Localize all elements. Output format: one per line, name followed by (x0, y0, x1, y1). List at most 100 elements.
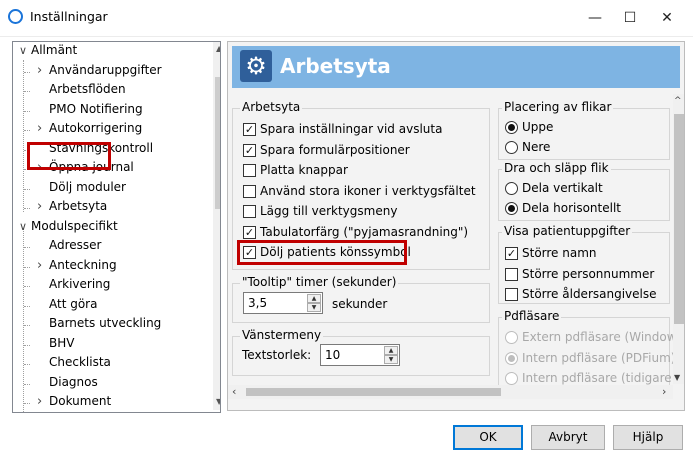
checkbox-label[interactable]: Större namn (522, 246, 597, 260)
cancel-button[interactable]: Avbryt (531, 425, 605, 450)
tree-item-label[interactable]: Barnets utveckling (49, 316, 161, 330)
radio-label[interactable]: Dela horisontellt (522, 201, 621, 215)
radio-label: Intern pdfläsare (PDFium) (522, 350, 676, 365)
scroll-right-chevron-icon[interactable]: › (662, 385, 666, 398)
scroll-left-chevron-icon[interactable]: ‹ (232, 385, 236, 398)
checkbox-label[interactable]: Större personnummer (522, 267, 654, 281)
spin-down-icon[interactable]: ▼ (384, 355, 398, 364)
radio-label[interactable]: Dela vertikalt (522, 181, 603, 195)
checkbox-unchecked[interactable] (505, 267, 518, 281)
checkbox-unchecked[interactable] (243, 184, 256, 198)
settings-tree[interactable]: ▲ ▼ ∨Allmänt›AnvändaruppgifterArbetsflöd… (12, 41, 221, 413)
tree-item[interactable]: PMO Notifiering (37, 102, 143, 116)
checkbox-checked[interactable]: ✓ (243, 143, 256, 157)
tree-item-label[interactable]: Adresser (49, 238, 102, 252)
tree-item[interactable]: Att göra (37, 297, 97, 311)
tree-item-label[interactable]: Arkivering (49, 277, 110, 291)
tree-item[interactable]: › Användaruppgifter (37, 63, 162, 78)
tree-item[interactable]: › Arbetsyta (37, 199, 107, 214)
panel-horizontal-scroll-thumb[interactable] (246, 388, 501, 396)
tree-item-label[interactable]: BHV (49, 336, 74, 350)
minimize-button[interactable]: — (585, 8, 605, 28)
tree-item-label[interactable]: Dölj moduler (49, 180, 126, 194)
tree-item-label[interactable]: Autokorrigering (49, 121, 142, 135)
checkbox-label[interactable]: Spara formulärpositioner (260, 143, 410, 157)
tooltip-timer-spinner[interactable]: 3,5 ▲ ▼ (243, 292, 323, 314)
expand-closed-icon[interactable]: › (37, 63, 49, 78)
checkbox-label[interactable]: Lägg till verktygsmeny (260, 204, 397, 218)
expand-open-icon[interactable]: ∨ (19, 44, 31, 57)
tree-item-label[interactable]: Allmänt (31, 43, 77, 57)
tree-item[interactable]: ∨ Modulspecifikt (19, 219, 118, 233)
checkbox-label[interactable]: Använd stora ikoner i verktygsfältet (260, 184, 476, 198)
radio-label[interactable]: Nere (522, 140, 550, 154)
tree-connector (24, 247, 30, 248)
tree-item[interactable]: BHV (37, 336, 74, 350)
checkbox-checked[interactable]: ✓ (505, 247, 518, 260)
spin-up-icon[interactable]: ▲ (307, 294, 321, 303)
scroll-down-chevron-icon[interactable]: ▼ (674, 373, 680, 382)
checkbox-checked[interactable]: ✓ (243, 123, 256, 136)
tree-item-label[interactable]: PMO Notifiering (49, 102, 143, 116)
tree-item[interactable]: › Dokument (37, 394, 111, 409)
help-button[interactable]: Hjälp (613, 425, 683, 450)
checkbox-unchecked[interactable] (505, 288, 518, 301)
panel-vertical-scroll-thumb[interactable] (674, 114, 684, 324)
radio-label[interactable]: Uppe (522, 120, 553, 134)
ok-button[interactable]: OK (453, 425, 523, 450)
checkbox-checked[interactable]: ✓ (243, 225, 256, 239)
close-button[interactable]: ✕ (657, 8, 677, 28)
tree-item[interactable]: Dölj moduler (37, 180, 126, 194)
tree-item-label[interactable]: Dokument (49, 394, 111, 408)
expand-closed-icon[interactable]: › (37, 199, 49, 214)
tree-item[interactable]: Checklista (37, 355, 111, 369)
expand-closed-icon[interactable]: › (37, 394, 49, 409)
checkbox-label[interactable]: Platta knappar (260, 163, 348, 177)
tree-item-label[interactable]: Anteckning (49, 258, 117, 272)
scroll-up-arrow-icon[interactable]: ▲ (216, 44, 220, 53)
tree-item-label[interactable]: Diagnos (49, 375, 98, 389)
tree-connector (24, 91, 30, 92)
checkbox-label[interactable]: Större åldersangivelse (522, 287, 657, 301)
tree-item[interactable]: ∨ Allmänt (19, 43, 77, 57)
tree-item[interactable]: › Anteckning (37, 258, 117, 273)
tree-item-label[interactable]: Arbetsflöden (49, 82, 126, 96)
checkbox-unchecked[interactable] (243, 164, 256, 177)
checkbox-label[interactable]: Spara inställningar vid avsluta (260, 122, 442, 136)
text-size-value[interactable]: 10 (325, 348, 340, 362)
tree-item[interactable]: Arkivering (37, 277, 110, 291)
tree-item-label[interactable]: Att göra (49, 297, 97, 311)
tree-item[interactable]: Arbetsflöden (37, 82, 126, 96)
tree-item-label[interactable]: Checklista (49, 355, 111, 369)
tree-item-label[interactable]: Användaruppgifter (49, 63, 162, 77)
scroll-up-chevron-icon[interactable]: ^ (674, 96, 682, 106)
tree-item[interactable]: Diagnos (37, 375, 98, 389)
tree-connector (24, 325, 30, 326)
tree-item[interactable]: Adresser (37, 238, 102, 252)
maximize-button[interactable]: ☐ (620, 8, 640, 28)
expand-closed-icon[interactable]: › (37, 121, 49, 136)
checkbox-label[interactable]: Tabulatorfärg ("pyjamasrandning") (260, 225, 468, 239)
tree-item-label[interactable]: Arbetsyta (49, 199, 107, 213)
spin-up-icon[interactable]: ▲ (384, 346, 398, 355)
radio-selected[interactable] (505, 202, 518, 215)
tree-item[interactable]: › Autokorrigering (37, 121, 142, 136)
expand-closed-icon[interactable]: › (37, 258, 49, 273)
scroll-down-arrow-icon[interactable]: ▼ (216, 397, 220, 406)
radio-selected[interactable] (505, 121, 518, 134)
tree-item-label[interactable]: Modulspecifikt (31, 219, 118, 233)
spin-down-icon[interactable]: ▼ (307, 303, 321, 312)
settings-panel: ⚙ Arbetsyta Arbetsyta ✓ Spara inställning… (227, 41, 685, 411)
tree-item[interactable]: Barnets utveckling (37, 316, 161, 330)
radio-label: Intern pdfläsare (tidigare ver (522, 371, 685, 385)
tree-scroll-thumb[interactable] (215, 77, 220, 209)
text-size-spinner[interactable]: 10 ▲ ▼ (320, 344, 400, 366)
radio-unselected[interactable] (505, 182, 518, 195)
tooltip-unit-label: sekunder (332, 297, 388, 311)
title-bar: Inställningar — ☐ ✕ (0, 0, 693, 36)
expand-open-icon[interactable]: ∨ (19, 220, 31, 233)
radio-unselected[interactable] (505, 141, 518, 154)
checkbox-unchecked[interactable] (243, 205, 256, 218)
placering-legend: Placering av flikar (502, 100, 614, 114)
tooltip-timer-value[interactable]: 3,5 (248, 296, 267, 310)
